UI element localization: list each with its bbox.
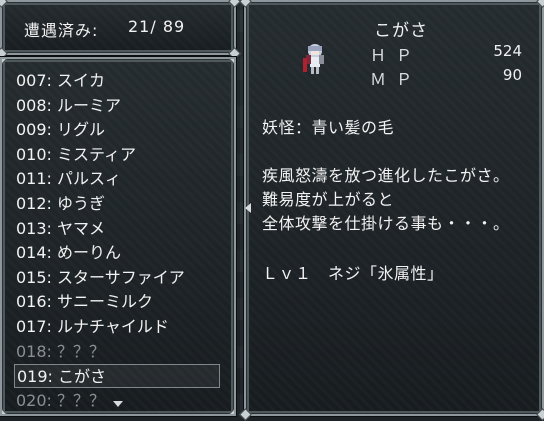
- monster-name: こがさ: [374, 21, 428, 41]
- monster-list-window: 007: スイカ 008: ルーミア 009: リグル 010: ミスティア 011: …: [0, 57, 236, 416]
- hp-value: 524: [493, 42, 522, 60]
- monster-list-item[interactable]: 011: パルスィ: [16, 167, 222, 191]
- encounter-counter-window: 遭遇済み: 21/ 89: [0, 0, 241, 60]
- mp-value: 90: [502, 66, 522, 84]
- monster-list-item-selected[interactable]: 019: こがさ: [14, 364, 220, 389]
- description-line: 難易度が上がると: [262, 190, 395, 209]
- monster-list-item[interactable]: 016: サニーミルク: [16, 290, 222, 314]
- corner-ornament: [228, 59, 234, 65]
- scroll-down-arrow-icon[interactable]: [113, 401, 123, 407]
- description-line: 疾風怒濤を放つ進化したこがさ。: [262, 166, 510, 185]
- encounter-counter-label: 遭遇済み:: [24, 21, 99, 40]
- monster-list-item[interactable]: 013: ヤマメ: [16, 217, 222, 241]
- kogasa-sprite-icon: [303, 44, 324, 74]
- monster-list-item[interactable]: 007: スイカ: [16, 69, 222, 93]
- monster-list-item[interactable]: 018: ？？？: [16, 340, 222, 364]
- mp-label: ＭＰ: [370, 70, 423, 89]
- monster-category: 妖怪：青い髪の毛: [262, 118, 395, 137]
- hp-label: ＨＰ: [370, 46, 423, 65]
- encounter-counter-value: 21/ 89: [128, 17, 186, 36]
- monster-list-item[interactable]: 009: リグル: [16, 118, 222, 142]
- description-line: 全体攻撃を仕掛ける事も・・・。: [262, 214, 510, 233]
- monster-list-item[interactable]: 012: ゆうぎ: [16, 192, 222, 216]
- corner-ornament: [536, 0, 544, 8]
- corner-ornament: [2, 408, 8, 414]
- skill-info: Ｌｖ１ ネジ「氷属性」: [262, 264, 444, 283]
- page-left-arrow-icon[interactable]: [245, 203, 251, 213]
- monster-detail-window: こがさ ＨＰ 524 ＭＰ 90 妖怪：青い髪の毛 疾風怒濤を放つ進化したこがさ…: [239, 0, 544, 421]
- monster-list-item[interactable]: 017: ルナチャイルド: [16, 315, 222, 339]
- monster-list-item[interactable]: 014: めーりん: [16, 241, 222, 265]
- monster-list-item[interactable]: 008: ルーミア: [16, 94, 222, 118]
- monster-list-item[interactable]: 015: スターサファイア: [16, 266, 222, 290]
- monster-list-item[interactable]: 010: ミスティア: [16, 143, 222, 167]
